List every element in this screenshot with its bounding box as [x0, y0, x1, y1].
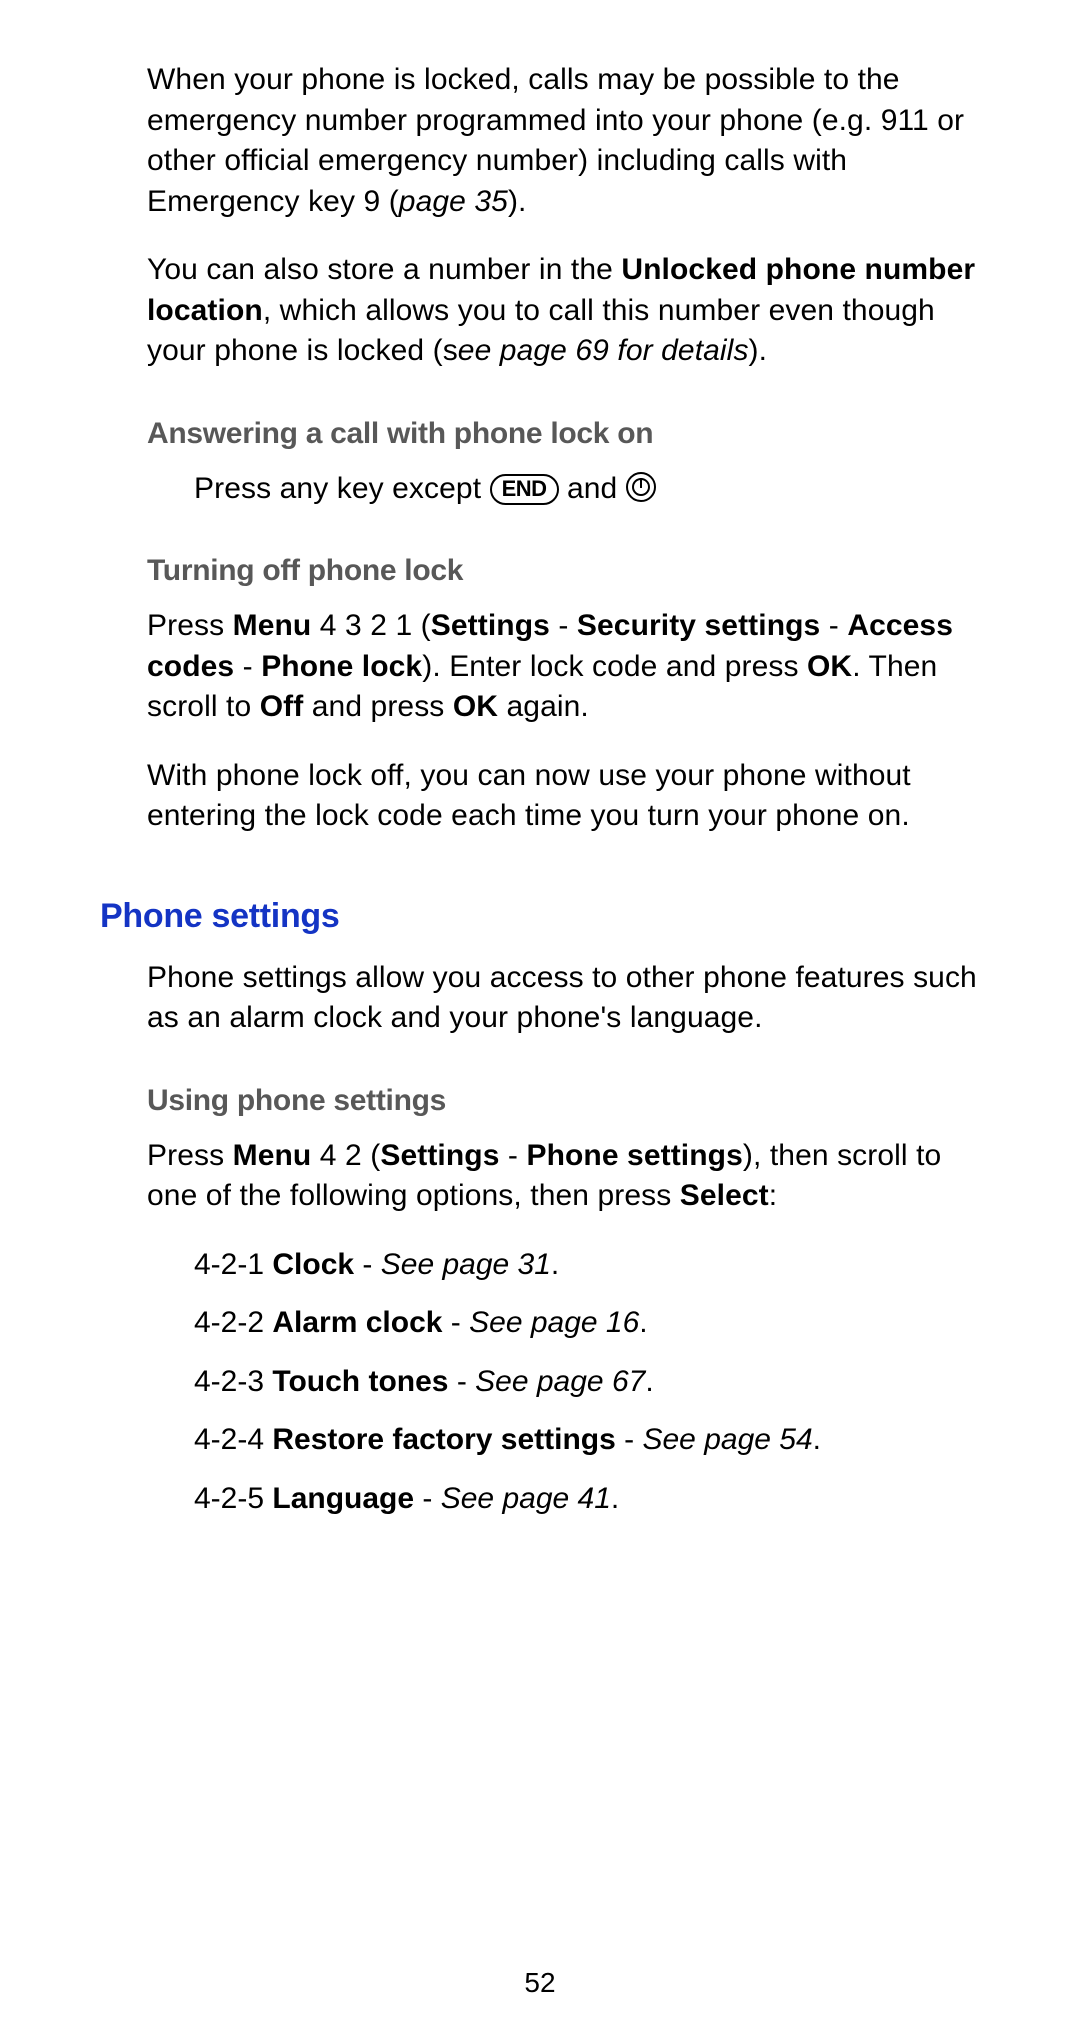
page-ref: See page 67: [475, 1365, 645, 1398]
heading-turning-off-lock: Turning off phone lock: [147, 554, 980, 588]
text: -: [442, 1306, 469, 1339]
term-select: Select: [680, 1179, 769, 1212]
page-ref: ee page 69 for details: [458, 334, 749, 367]
heading-using-phone-settings: Using phone settings: [147, 1084, 980, 1118]
page-ref: See page 31: [381, 1248, 551, 1281]
option-number: 4-2-3: [194, 1365, 272, 1398]
option-name: Alarm clock: [272, 1306, 442, 1339]
page-ref: page 35: [399, 185, 508, 218]
text: -: [820, 609, 847, 642]
text: and press: [303, 690, 453, 723]
end-key-icon: END: [490, 474, 559, 505]
text: 4 2 (: [311, 1139, 380, 1172]
page-ref: See page 16: [469, 1306, 639, 1339]
option-item: 4-2-4 Restore factory settings - See pag…: [194, 1420, 980, 1461]
text: 4 3 2 1 (: [311, 609, 430, 642]
text: ).: [508, 185, 527, 218]
text: ). Enter lock code and press: [422, 650, 807, 683]
text: When your phone is locked, calls may be …: [147, 63, 964, 218]
power-key-icon: [626, 472, 656, 502]
term-phone-settings: Phone settings: [526, 1139, 742, 1172]
text: .: [813, 1423, 821, 1456]
option-item: 4-2-5 Language - See page 41.: [194, 1479, 980, 1520]
option-item: 4-2-3 Touch tones - See page 67.: [194, 1362, 980, 1403]
text: -: [616, 1423, 643, 1456]
text: ).: [749, 334, 768, 367]
term-settings: Settings: [380, 1139, 499, 1172]
text: You can also store a number in the: [147, 253, 621, 286]
option-number: 4-2-5: [194, 1482, 272, 1515]
paragraph-turn-off-steps: Press Menu 4 3 2 1 (Settings - Security …: [147, 606, 980, 728]
option-name: Touch tones: [272, 1365, 448, 1398]
text: and: [559, 472, 626, 505]
paragraph-using-steps: Press Menu 4 2 (Settings - Phone setting…: [147, 1136, 980, 1217]
option-name: Restore factory settings: [272, 1423, 615, 1456]
text: -: [448, 1365, 475, 1398]
term-settings: Settings: [431, 609, 550, 642]
option-name: Clock: [272, 1248, 354, 1281]
term-security-settings: Security settings: [577, 609, 820, 642]
paragraph-unlocked-number: You can also store a number in the Unloc…: [147, 250, 980, 372]
text: .: [645, 1365, 653, 1398]
paragraph-locked-calls: When your phone is locked, calls may be …: [147, 60, 980, 222]
page-content: When your phone is locked, calls may be …: [100, 60, 980, 1519]
page-number: 52: [0, 1967, 1080, 1999]
text: -: [414, 1482, 441, 1515]
term-ok: OK: [807, 650, 852, 683]
text: -: [354, 1248, 381, 1281]
text: .: [639, 1306, 647, 1339]
page-ref: See page 54: [642, 1423, 812, 1456]
text: Press any key except: [194, 472, 490, 505]
text: -: [234, 650, 261, 683]
paragraph-phone-settings-intro: Phone settings allow you access to other…: [147, 958, 980, 1039]
term-menu: Menu: [233, 1139, 312, 1172]
term-ok: OK: [453, 690, 498, 723]
options-list: 4-2-1 Clock - See page 31.4-2-2 Alarm cl…: [194, 1245, 980, 1520]
term-off: Off: [260, 690, 304, 723]
term-menu: Menu: [233, 609, 312, 642]
text: -: [550, 609, 577, 642]
text: -: [499, 1139, 526, 1172]
option-name: Language: [272, 1482, 414, 1515]
text: :: [769, 1179, 777, 1212]
heading-phone-settings: Phone settings: [100, 897, 980, 936]
text: Press: [147, 1139, 233, 1172]
page-ref: See page 41: [441, 1482, 611, 1515]
text: .: [551, 1248, 559, 1281]
text: again.: [498, 690, 589, 723]
term-phone-lock: Phone lock: [261, 650, 422, 683]
option-number: 4-2-4: [194, 1423, 272, 1456]
text: .: [611, 1482, 619, 1515]
manual-page: When your phone is locked, calls may be …: [0, 0, 1080, 2039]
paragraph-lock-off-note: With phone lock off, you can now use you…: [147, 756, 980, 837]
option-item: 4-2-2 Alarm clock - See page 16.: [194, 1303, 980, 1344]
option-number: 4-2-2: [194, 1306, 272, 1339]
option-item: 4-2-1 Clock - See page 31.: [194, 1245, 980, 1286]
text: Press: [147, 609, 233, 642]
heading-answering-call: Answering a call with phone lock on: [147, 417, 980, 451]
paragraph-answer-instructions: Press any key except END and: [194, 469, 980, 510]
option-number: 4-2-1: [194, 1248, 272, 1281]
